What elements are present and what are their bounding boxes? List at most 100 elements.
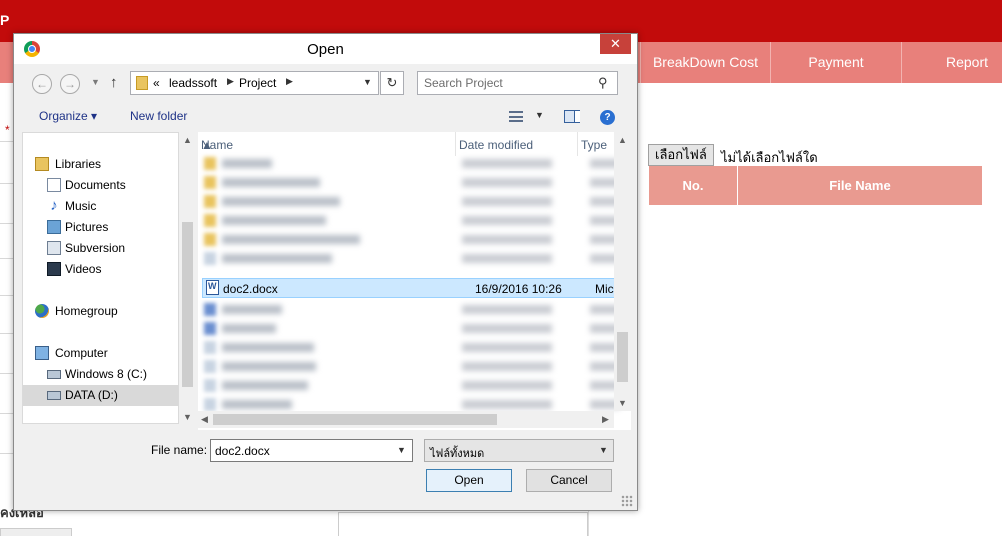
nav-subversion[interactable]: Subversion xyxy=(23,238,178,259)
scroll-up-icon[interactable]: ▲ xyxy=(183,135,192,145)
file-row[interactable] xyxy=(198,300,620,318)
nav-music[interactable]: ♪ Music xyxy=(23,196,178,217)
file-list-vertical-scrollbar[interactable]: ▲ ▼ xyxy=(614,132,631,411)
file-row[interactable] xyxy=(198,319,620,337)
horizontal-scroll-thumb[interactable] xyxy=(213,414,497,425)
row-divider xyxy=(0,223,14,224)
refresh-button[interactable]: ↻ xyxy=(380,71,404,95)
scroll-down-icon[interactable]: ▼ xyxy=(618,398,627,408)
nav-drive-c[interactable]: Windows 8 (C:) xyxy=(23,364,178,385)
row-divider xyxy=(0,373,14,374)
column-type-label: Type xyxy=(581,138,608,152)
open-button[interactable]: Open xyxy=(426,469,512,492)
scroll-up-icon[interactable]: ▲ xyxy=(618,135,627,145)
page-left-column: * xyxy=(0,83,14,536)
close-button[interactable]: ✕ xyxy=(600,34,631,54)
resize-grip-icon[interactable] xyxy=(621,495,633,507)
file-name-input[interactable] xyxy=(215,443,385,459)
selected-file-date: 16/9/2016 10:26 xyxy=(475,282,562,296)
row-divider xyxy=(0,453,14,454)
file-list-horizontal-scrollbar[interactable]: ◀ ▶ xyxy=(198,411,614,428)
scroll-left-icon[interactable]: ◀ xyxy=(201,414,208,425)
nav-documents[interactable]: Documents xyxy=(23,175,178,196)
breadcrumb-separator-icon[interactable]: ▶ xyxy=(286,76,293,87)
row-divider xyxy=(0,295,14,296)
file-row[interactable] xyxy=(198,173,620,191)
nav-videos[interactable]: Videos xyxy=(23,259,178,280)
address-dropdown-icon[interactable]: ▼ xyxy=(363,77,372,87)
breadcrumb-separator-icon[interactable]: ▶ xyxy=(227,76,234,87)
choose-file-button[interactable]: เลือกไฟล์ xyxy=(648,144,714,166)
nav-scroll-thumb[interactable] xyxy=(182,222,193,387)
address-bar[interactable]: « leadssoft ▶ Project ▶ ▼ xyxy=(130,71,379,95)
nav-scrollbar[interactable]: ▲ ▼ xyxy=(179,132,195,424)
dialog-titlebar[interactable]: Open ✕ xyxy=(14,34,637,64)
file-row[interactable] xyxy=(198,211,620,229)
nav-libraries-label: Libraries xyxy=(55,157,102,171)
scroll-down-icon[interactable]: ▼ xyxy=(183,412,192,422)
music-icon: ♪ xyxy=(50,197,58,214)
column-header-date[interactable]: Date modified xyxy=(456,132,578,156)
nav-payment[interactable]: Payment xyxy=(770,42,901,83)
new-folder-button[interactable]: New folder xyxy=(130,109,187,123)
file-row[interactable] xyxy=(198,338,620,356)
nav-homegroup-label: Homegroup xyxy=(55,304,118,318)
file-row[interactable] xyxy=(198,192,620,210)
nav-music-label: Music xyxy=(65,199,97,213)
nav-homegroup[interactable]: Homegroup xyxy=(23,301,178,322)
file-type-select[interactable]: ไฟล์ทั้งหมด ▼ xyxy=(424,439,614,462)
view-options-icon[interactable] xyxy=(509,111,523,122)
breadcrumb-project[interactable]: Project xyxy=(239,76,276,90)
selected-file-name: doc2.docx xyxy=(223,282,278,296)
breadcrumb-leadssoft[interactable]: leadssoft xyxy=(169,76,217,90)
sort-chevron-icon: ▲ xyxy=(201,138,213,152)
up-folder-icon[interactable]: ↑ xyxy=(110,74,118,91)
scroll-right-icon[interactable]: ▶ xyxy=(602,414,609,425)
nav-computer-label: Computer xyxy=(55,346,108,360)
file-row[interactable] xyxy=(198,249,620,267)
row-divider xyxy=(0,258,14,259)
row-divider xyxy=(0,333,14,334)
videos-icon xyxy=(47,262,61,276)
preview-pane-icon[interactable] xyxy=(564,110,580,123)
dialog-toolbar: Organize ▾ New folder ▼ ? xyxy=(14,102,637,132)
search-input[interactable] xyxy=(424,75,592,91)
nav-libraries[interactable]: Libraries xyxy=(23,154,178,175)
nav-breakdown-cost[interactable]: BreakDown Cost xyxy=(640,42,770,83)
file-row[interactable] xyxy=(198,154,620,172)
search-box[interactable]: ⚲ xyxy=(417,71,618,95)
forward-button[interactable]: → xyxy=(60,74,80,94)
computer-icon xyxy=(35,346,49,360)
open-file-dialog: Open ✕ ← → ▼ ↑ « leadssoft ▶ Project ▶ ▼… xyxy=(13,33,638,511)
documents-icon xyxy=(47,178,61,192)
nav-drive-c-label: Windows 8 (C:) xyxy=(65,367,148,381)
file-name-combobox[interactable]: ▼ xyxy=(210,439,413,462)
nav-computer[interactable]: Computer xyxy=(23,343,178,364)
back-button[interactable]: ← xyxy=(32,74,52,94)
search-icon[interactable]: ⚲ xyxy=(598,75,608,91)
breadcrumb-overflow[interactable]: « xyxy=(153,76,160,90)
nav-report[interactable]: Report xyxy=(901,42,1002,83)
file-name-dropdown-icon[interactable]: ▼ xyxy=(397,445,406,455)
nav-drive-d[interactable]: DATA (D:) xyxy=(23,385,178,406)
view-dropdown-icon[interactable]: ▼ xyxy=(535,110,544,120)
file-row[interactable] xyxy=(198,230,620,248)
nav-videos-label: Videos xyxy=(65,262,102,276)
remaining-field[interactable] xyxy=(0,528,72,536)
column-header-name[interactable]: Name ▲ xyxy=(198,132,456,156)
file-name-label: File name: xyxy=(151,443,208,457)
organize-menu[interactable]: Organize ▾ xyxy=(39,109,97,123)
homegroup-icon xyxy=(35,304,49,318)
file-row[interactable] xyxy=(198,357,620,375)
recent-locations-chevron-icon[interactable]: ▼ xyxy=(91,77,100,87)
file-row[interactable] xyxy=(198,376,620,394)
nav-pictures[interactable]: Pictures xyxy=(23,217,178,238)
vertical-scroll-thumb[interactable] xyxy=(617,332,628,382)
file-row-selected[interactable]: doc2.docx 16/9/2016 10:26 Micro xyxy=(202,278,624,298)
help-icon[interactable]: ? xyxy=(600,110,615,125)
cancel-button[interactable]: Cancel xyxy=(526,469,612,492)
file-type-dropdown-icon[interactable]: ▼ xyxy=(599,445,608,455)
subversion-icon xyxy=(47,241,61,255)
required-mark: * xyxy=(5,123,10,137)
file-type-value: ไฟล์ทั้งหมด xyxy=(430,448,485,460)
